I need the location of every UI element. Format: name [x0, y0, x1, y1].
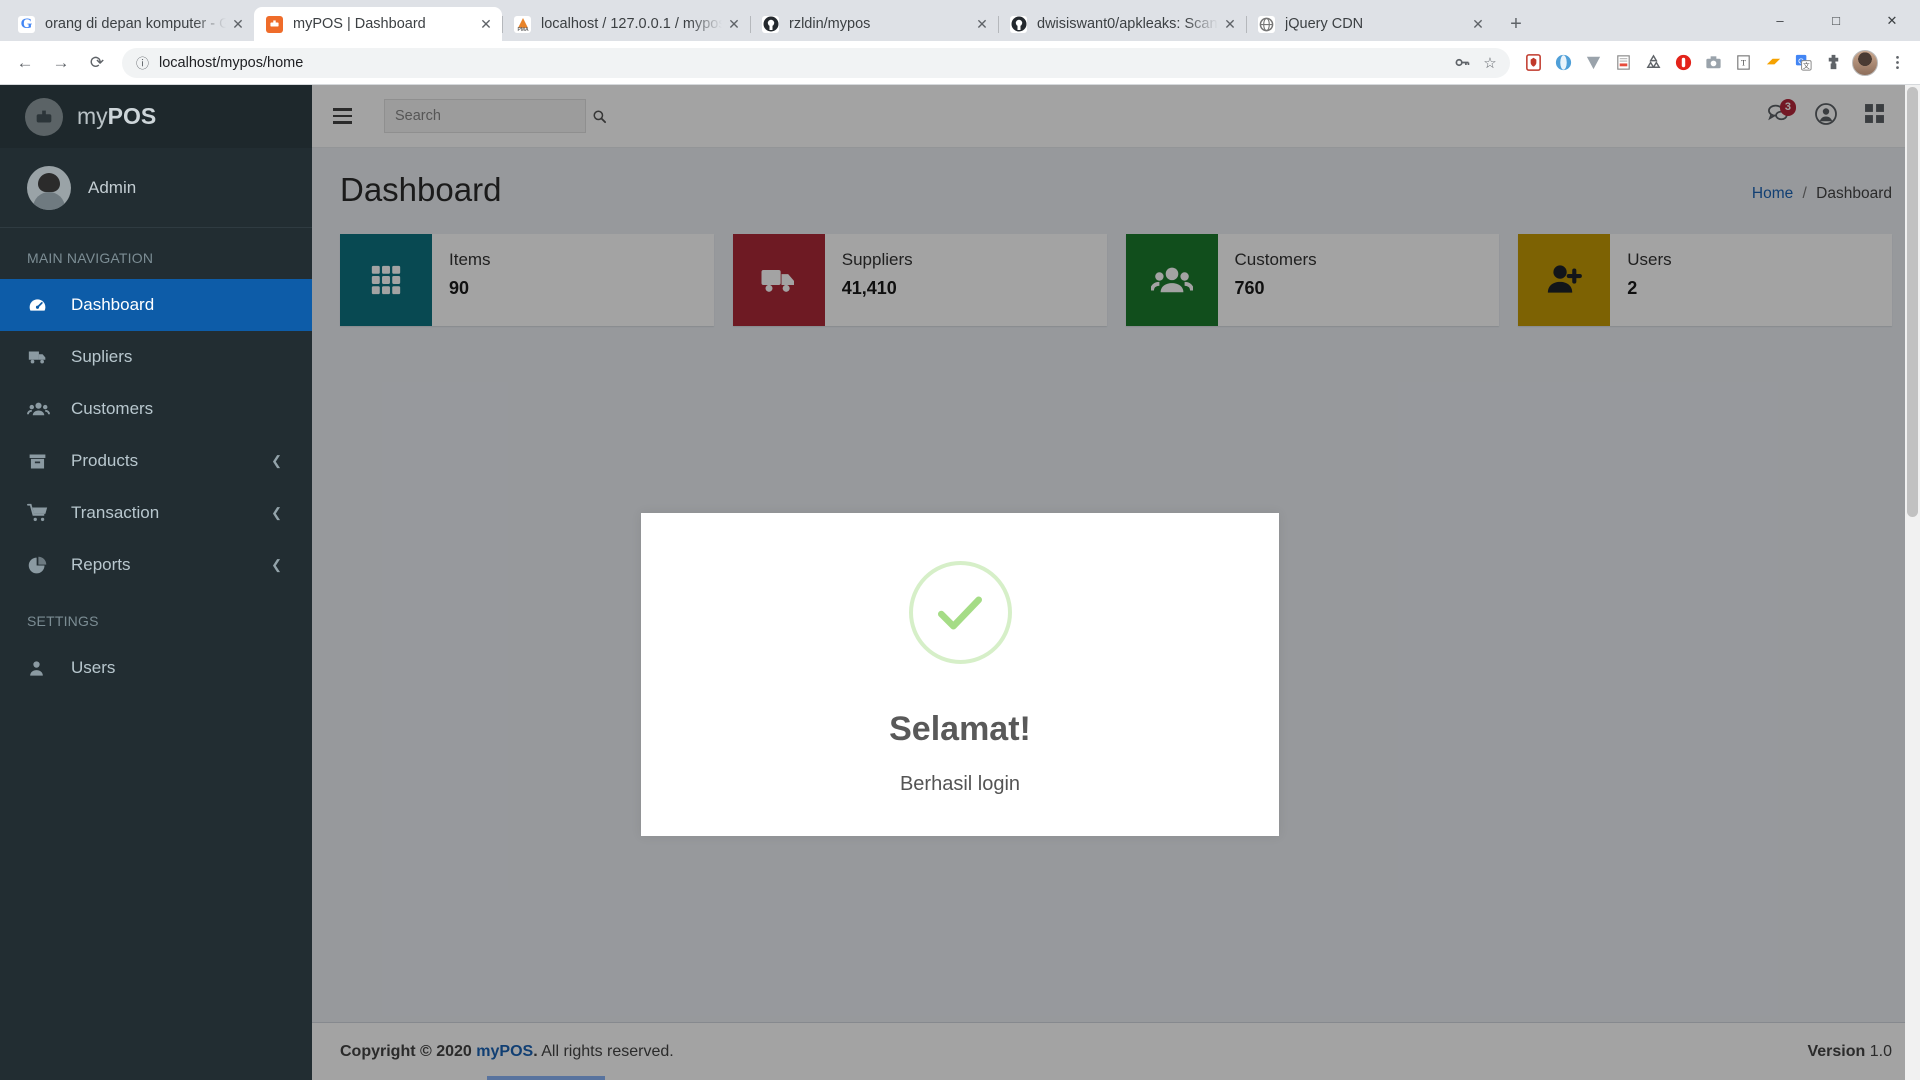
sidebar-item-label: Customers: [71, 399, 154, 418]
camera-icon[interactable]: [1699, 49, 1727, 77]
truck-icon: [27, 346, 55, 368]
success-check-icon: [908, 561, 1012, 664]
close-icon[interactable]: ✕: [1466, 12, 1490, 36]
close-icon[interactable]: ✕: [1218, 12, 1242, 36]
phpmyadmin-icon: PMA: [514, 15, 531, 33]
new-tab-button[interactable]: +: [1502, 10, 1530, 38]
close-icon[interactable]: ✕: [474, 12, 498, 36]
application: myPOS Admin MAIN NAVIGATION Dashboard Su…: [0, 85, 1920, 1080]
window-controls: – □ ✕: [1752, 0, 1920, 41]
forward-button[interactable]: →: [44, 46, 78, 80]
sidebar-item-customers[interactable]: Customers: [0, 383, 312, 435]
sidebar-item-reports[interactable]: Reports ❮: [0, 539, 312, 591]
sidebar-item-users[interactable]: Users: [0, 642, 312, 694]
user-panel[interactable]: Admin: [0, 148, 312, 228]
password-key-icon[interactable]: [1448, 49, 1476, 77]
puzzle-icon[interactable]: [1819, 49, 1847, 77]
browser-tab[interactable]: G orang di depan komputer - G ✕: [6, 7, 254, 41]
pie-chart-icon: [27, 555, 55, 576]
sidebar-item-products[interactable]: Products ❮: [0, 435, 312, 487]
recycle-icon[interactable]: [1639, 49, 1667, 77]
google-icon: G: [18, 15, 35, 33]
close-icon[interactable]: ✕: [970, 12, 994, 36]
github-icon: [762, 15, 779, 33]
browser-window: G orang di depan komputer - G ✕ myPOS | …: [0, 0, 1920, 1080]
brand-logo-link[interactable]: myPOS: [0, 85, 312, 148]
browser-tab[interactable]: dwisiswant0/apkleaks: Scanni ✕: [998, 7, 1246, 41]
vertical-scrollbar[interactable]: [1905, 85, 1920, 1080]
mypos-logo-icon: [25, 97, 63, 136]
modal-text: Berhasil login: [899, 773, 1021, 795]
svg-text:T: T: [1740, 57, 1746, 67]
address-bar-url: localhost/mypos/home: [159, 54, 304, 71]
browser-tab[interactable]: PMA localhost / 127.0.0.1 / mypos ✕: [502, 7, 750, 41]
svg-text:文: 文: [1803, 61, 1810, 70]
success-modal: Selamat! Berhasil login: [641, 513, 1279, 836]
orange-icon[interactable]: [1759, 49, 1787, 77]
v-icon[interactable]: [1579, 49, 1607, 77]
chrome-profile-avatar[interactable]: [1852, 49, 1878, 76]
sidebar-item-label: Users: [71, 658, 116, 677]
user-icon: [27, 659, 55, 678]
google-translate-icon[interactable]: G文: [1789, 49, 1817, 77]
omnibox-actions: ☆: [1448, 49, 1504, 77]
cart-icon: [27, 502, 55, 524]
sidebar-item-label: Supliers: [71, 347, 133, 366]
close-icon[interactable]: ✕: [722, 12, 746, 36]
sidebar: myPOS Admin MAIN NAVIGATION Dashboard Su…: [0, 85, 312, 1080]
reload-button[interactable]: ⟳: [80, 46, 114, 80]
text-icon[interactable]: T: [1729, 49, 1757, 77]
chevron-left-icon: ❮: [271, 453, 282, 468]
ublock-icon[interactable]: [1669, 49, 1697, 77]
sidebar-item-label: Dashboard: [71, 295, 155, 314]
github-icon: [1010, 15, 1027, 33]
address-bar[interactable]: ⓘ localhost/mypos/home ☆: [122, 47, 1510, 78]
browser-toolbar: ← → ⟳ ⓘ localhost/mypos/home ☆ T G 文: [0, 41, 1920, 85]
user-name: Admin: [88, 177, 137, 197]
sidebar-item-dashboard[interactable]: Dashboard: [0, 279, 312, 331]
mypos-icon: [266, 15, 283, 33]
scrollbar-thumb[interactable]: [1907, 87, 1918, 517]
tab-title: jQuery CDN: [1285, 16, 1364, 32]
tab-title: orang di depan komputer - G: [45, 16, 226, 32]
modal-title: Selamat!: [889, 710, 1031, 748]
nav-section-header-settings: SETTINGS: [27, 613, 99, 629]
bookmark-star-icon[interactable]: ☆: [1476, 49, 1504, 77]
close-window-button[interactable]: ✕: [1864, 0, 1920, 41]
browser-tab[interactable]: rzldin/mypos ✕: [750, 7, 998, 41]
dashboard-icon: [27, 295, 55, 316]
three-dot-menu-icon[interactable]: [1883, 49, 1911, 77]
adblock-icon[interactable]: [1519, 49, 1547, 77]
sidebar-item-supliers[interactable]: Supliers: [0, 331, 312, 383]
browser-tab-strip: G orang di depan komputer - G ✕ myPOS | …: [0, 0, 1920, 41]
info-circle-icon[interactable]: ⓘ: [136, 53, 149, 72]
users-group-icon: [27, 398, 55, 421]
minimize-button[interactable]: –: [1752, 0, 1808, 41]
maximize-button[interactable]: □: [1808, 0, 1864, 41]
chevron-left-icon: ❮: [271, 505, 282, 520]
sidebar-item-label: Reports: [71, 555, 131, 574]
box-icon: [27, 451, 55, 472]
sidebar-item-label: Products: [71, 451, 139, 470]
sidebar-item-transaction[interactable]: Transaction ❮: [0, 487, 312, 539]
avatar: [27, 165, 71, 210]
tab-title: dwisiswant0/apkleaks: Scanni: [1037, 16, 1218, 32]
opera-icon[interactable]: [1549, 49, 1577, 77]
brand-name: myPOS: [77, 103, 157, 129]
extension-toolbar: T G文: [1518, 49, 1912, 77]
nav-section-header-main: MAIN NAVIGATION: [27, 250, 154, 266]
tab-title: rzldin/mypos: [789, 16, 871, 32]
back-button[interactable]: ←: [8, 46, 42, 80]
tab-title: localhost / 127.0.0.1 / mypos: [541, 16, 722, 32]
globe-icon: [1258, 15, 1275, 33]
sidebar-item-label: Transaction: [71, 503, 160, 522]
browser-tab[interactable]: jQuery CDN ✕: [1246, 7, 1494, 41]
svg-text:PMA: PMA: [517, 27, 529, 32]
close-icon[interactable]: ✕: [226, 12, 250, 36]
browser-tab-active[interactable]: myPOS | Dashboard ✕: [254, 7, 502, 41]
tab-title: myPOS | Dashboard: [293, 16, 426, 32]
chevron-left-icon: ❮: [271, 557, 282, 572]
notes-icon[interactable]: [1609, 49, 1637, 77]
